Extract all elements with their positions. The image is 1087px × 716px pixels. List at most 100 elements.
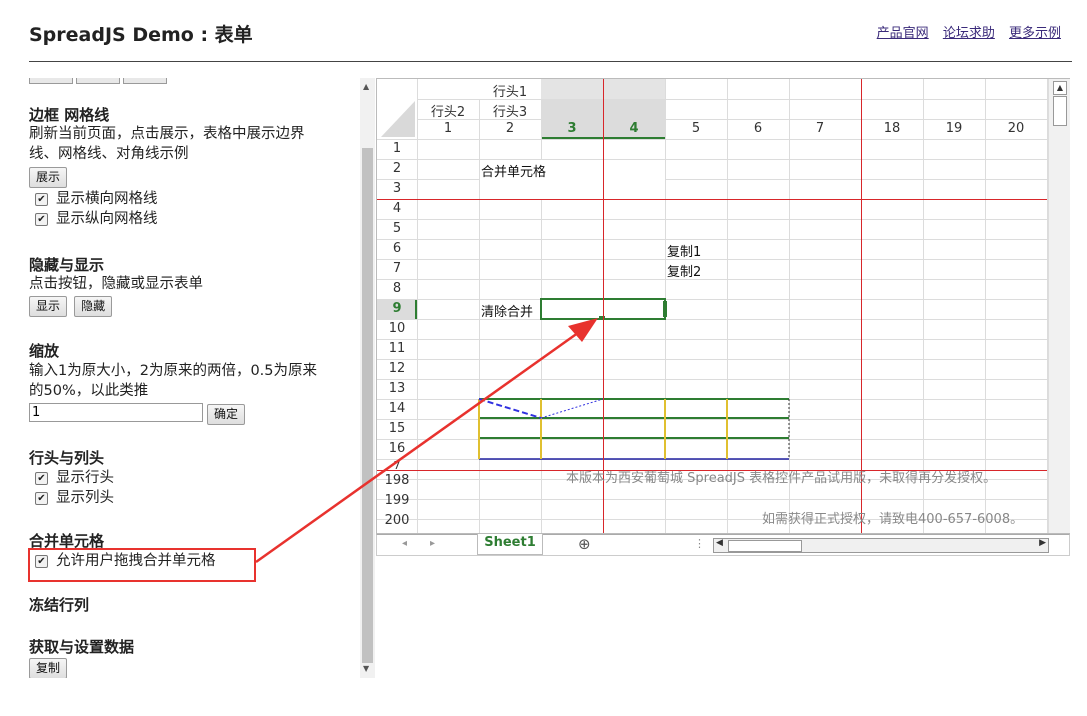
section-desc-gridlines: 刷新当前页面，点击展示，表格中展示边界线、网格线、对角线示例 — [29, 126, 305, 162]
more-examples-link[interactable]: 更多示例 — [1009, 26, 1061, 41]
col-header[interactable]: 19 — [923, 121, 985, 136]
tab-prev-icon[interactable]: ◂ — [402, 538, 407, 549]
h-scroll-thumb[interactable] — [728, 540, 802, 552]
options-panel: 边框 网格线 刷新当前页面，点击展示，表格中展示边界线、网格线、对角线示例 展示… — [0, 78, 376, 678]
zoom-confirm-button[interactable]: 确定 — [207, 404, 246, 425]
add-sheet-icon[interactable]: ⊕ — [578, 535, 591, 553]
grid-row-line — [377, 279, 1069, 280]
grid-row-line — [377, 359, 1069, 360]
row-header[interactable]: 9 — [377, 301, 417, 316]
page-title: SpreadJS Demo : 表单 — [29, 24, 253, 46]
cutoff-button[interactable] — [29, 78, 73, 84]
splitter-icon[interactable]: ⋮ — [694, 537, 705, 550]
col-header[interactable]: 7 — [789, 121, 851, 136]
row-header[interactable]: 14 — [377, 401, 417, 416]
spreadsheet[interactable]: (function(){ var s=document.currentScrip… — [376, 78, 1070, 534]
row-header[interactable]: 3 — [377, 181, 417, 196]
section-desc-zoom: 输入1为原大小，2为原来的两倍，0.5为原来的50%，以此类推 — [29, 363, 318, 399]
highlight-box — [28, 548, 256, 582]
scroll-left-icon[interactable]: ◀ — [716, 538, 723, 548]
cell-copy1: 复制1 — [667, 245, 702, 260]
grid-row-line — [377, 219, 1069, 220]
cutoff-button[interactable] — [123, 78, 167, 84]
tab-next-icon[interactable]: ▸ — [430, 538, 435, 549]
row-header[interactable]: 2 — [377, 161, 417, 176]
section-title-hide-show: 隐藏与显示 — [29, 256, 105, 274]
row-header[interactable]: 6 — [377, 241, 417, 256]
col-header[interactable]: 18 — [861, 121, 923, 136]
cutoff-button[interactable] — [76, 78, 120, 84]
sheet-scroll-thumb[interactable] — [1053, 96, 1067, 126]
section-title-zoom: 缩放 — [29, 342, 60, 360]
col-header[interactable]: 4 — [603, 121, 665, 136]
selection-handle[interactable] — [663, 301, 667, 317]
col-header[interactable]: 3 — [541, 121, 603, 136]
panel-scrollbar-thumb[interactable] — [362, 148, 373, 663]
show-row-header-checkbox[interactable]: ✔ 显示行头 — [29, 468, 114, 488]
freeze-line-horizontal — [377, 199, 1047, 200]
row-header[interactable]: 5 — [377, 221, 417, 236]
show-sheet-button[interactable]: 显示 — [29, 296, 68, 317]
product-site-link[interactable]: 产品官网 — [877, 26, 929, 41]
scroll-up-icon[interactable]: ▲ — [363, 82, 369, 91]
col-header[interactable]: 2 — [479, 121, 541, 136]
row-header[interactable]: 199 — [377, 493, 417, 508]
row-header[interactable]: 7 — [377, 261, 417, 276]
col-header[interactable]: 5 — [665, 121, 727, 136]
vertical-gridline-checkbox[interactable]: ✔ 显示纵向网格线 — [29, 209, 158, 229]
zoom-input[interactable] — [29, 403, 203, 422]
section-title-freeze: 冻结行列 — [29, 596, 90, 614]
section-title-data: 获取与设置数据 — [29, 638, 135, 656]
license-watermark: 如需获得正式授权，请致电400-657-6008。 — [762, 512, 1024, 527]
cell-copy2: 复制2 — [667, 265, 702, 280]
row-header[interactable]: 11 — [377, 341, 417, 356]
row-header[interactable]: 15 — [377, 421, 417, 436]
copy-button[interactable]: 复制 — [29, 658, 68, 678]
row-header[interactable]: 10 — [377, 321, 417, 336]
sheet-horizontal-scrollbar[interactable]: ◀ ▶ — [713, 538, 1049, 553]
col-header[interactable]: 20 — [985, 121, 1047, 136]
freeze-line-vertical — [861, 79, 862, 533]
grid-row-line — [377, 259, 1069, 260]
row-header[interactable]: 200 — [377, 513, 417, 528]
row-header[interactable]: 8 — [377, 281, 417, 296]
grid-row-line — [377, 339, 1069, 340]
scroll-down-icon[interactable]: ▼ — [363, 664, 369, 673]
freeze-line-vertical — [603, 79, 604, 533]
selection-handle[interactable] — [599, 316, 605, 320]
checkbox-checked-icon[interactable]: ✔ — [35, 472, 48, 485]
grid-row-line — [377, 379, 1069, 380]
sheet-tab-bar: ◂ ▸ Sheet1 ⊕ ⋮ ◀ ▶ — [376, 534, 1070, 556]
row-header[interactable]: 1 — [377, 141, 417, 156]
grid-row-line — [377, 239, 1069, 240]
row-header[interactable]: 12 — [377, 361, 417, 376]
checkbox-checked-icon[interactable]: ✔ — [35, 193, 48, 206]
row-header[interactable]: 16 — [377, 441, 417, 456]
scroll-right-icon[interactable]: ▶ — [1039, 538, 1046, 548]
col-header[interactable]: 1 — [417, 121, 479, 136]
corner-cell[interactable] — [377, 79, 417, 139]
section-desc-hide-show: 点击按钮，隐藏或显示表单 — [29, 276, 203, 292]
panel-scrollbar[interactable]: ▲ ▼ — [360, 78, 375, 678]
row-header[interactable]: 198 — [377, 473, 417, 488]
tab-sheet1[interactable]: Sheet1 — [477, 534, 543, 555]
row-header[interactable]: 4 — [377, 201, 417, 216]
col-header[interactable]: 6 — [727, 121, 789, 136]
sheet-vertical-scrollbar[interactable]: ▲ — [1048, 79, 1070, 533]
section-title-gridlines: 边框 网格线 — [29, 106, 110, 124]
checkbox-checked-icon[interactable]: ✔ — [35, 492, 48, 505]
scroll-up-icon[interactable]: ▲ — [1053, 81, 1067, 95]
forum-link[interactable]: 论坛求助 — [943, 26, 995, 41]
show-col-header-checkbox[interactable]: ✔ 显示列头 — [29, 488, 114, 508]
show-demo-button[interactable]: 展示 — [29, 167, 68, 188]
header-label-1: 行头1 — [492, 85, 528, 100]
grid-row-line — [377, 499, 1069, 500]
row-header[interactable]: 13 — [377, 381, 417, 396]
checkbox-checked-icon[interactable]: ✔ — [35, 213, 48, 226]
cell-clear-merge: 清除合并 — [481, 305, 534, 320]
trial-watermark: 本版本为西安葡萄城 SpreadJS 表格控件产品试用版，未取得再分发授权。 — [566, 471, 997, 486]
horizontal-gridline-checkbox[interactable]: ✔ 显示横向网格线 — [29, 189, 158, 209]
header-label-2: 行头2 — [430, 105, 466, 120]
grid-row-line — [377, 299, 1069, 300]
hide-sheet-button[interactable]: 隐藏 — [74, 296, 113, 317]
